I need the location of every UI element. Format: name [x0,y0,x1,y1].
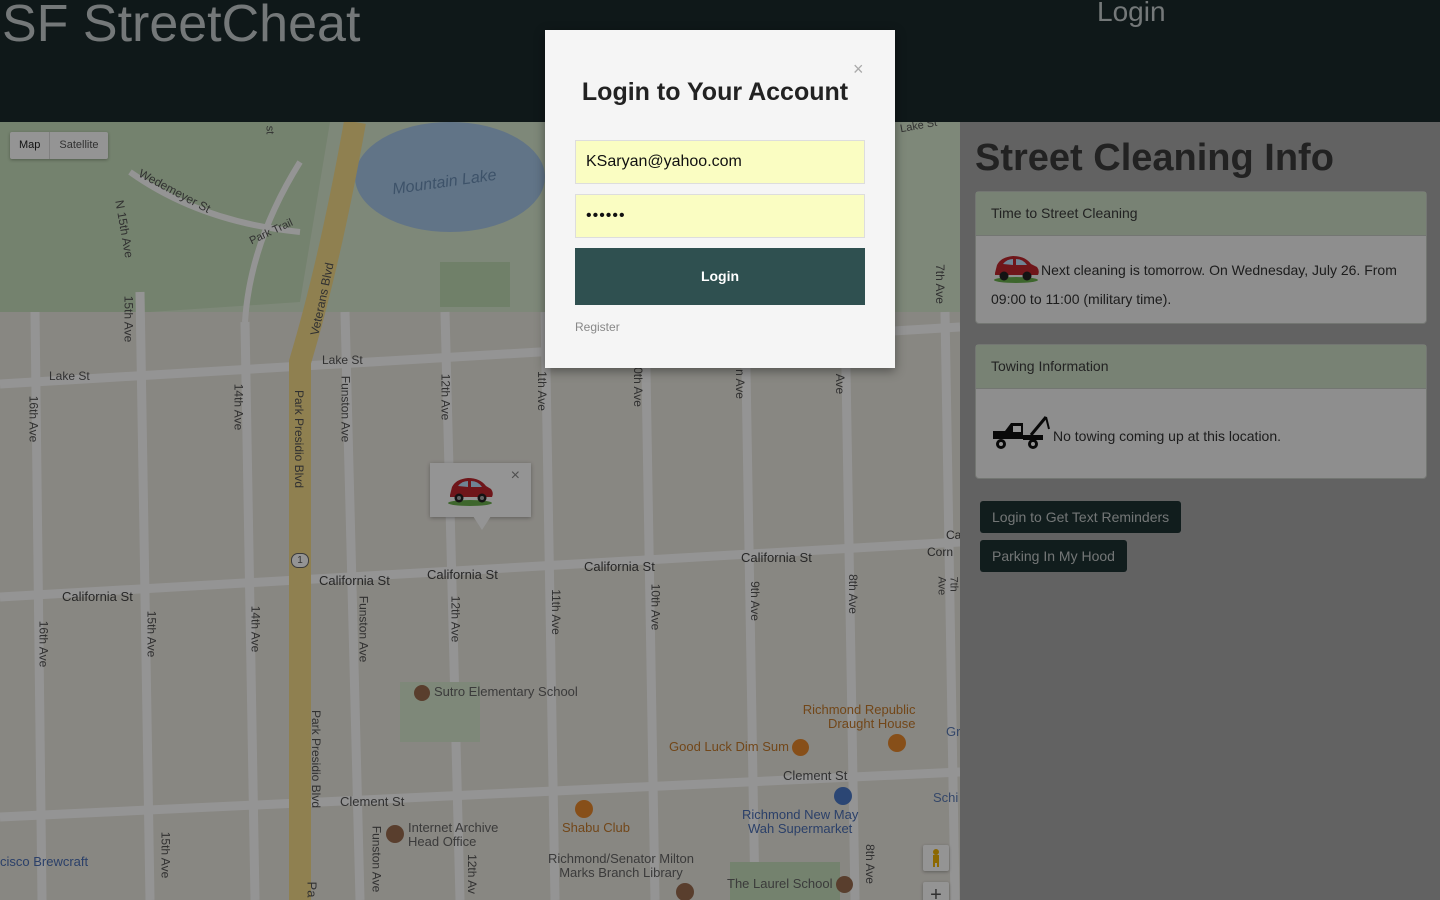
password-field[interactable]: •••••• [575,194,865,238]
modal-title: Login to Your Account [581,78,849,106]
login-button[interactable]: Login [575,248,865,305]
email-field[interactable]: KSaryan@yahoo.com [575,140,865,184]
register-link[interactable]: Register [575,320,620,334]
login-modal: × Login to Your Account KSaryan@yahoo.co… [545,30,895,368]
modal-close-icon[interactable]: × [853,59,864,80]
